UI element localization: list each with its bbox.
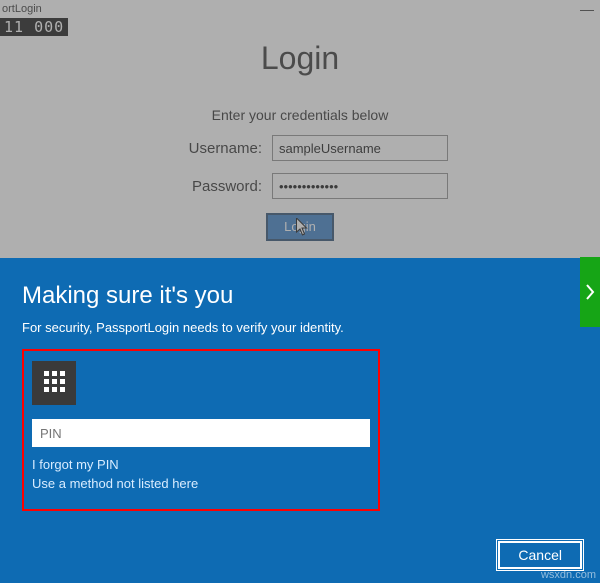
pin-section: I forgot my PIN Use a method not listed … — [22, 349, 380, 511]
login-button[interactable]: Login — [266, 213, 334, 241]
password-label: Password: — [152, 178, 262, 195]
pin-input[interactable] — [32, 419, 370, 447]
page-title: Login — [0, 40, 600, 77]
dialog-title: Making sure it's you — [22, 282, 578, 310]
status-badge: 11 000 — [0, 18, 68, 36]
window-title: ortLogin — [2, 3, 42, 15]
cancel-button[interactable]: Cancel — [498, 541, 582, 569]
login-button-label: Login — [284, 219, 316, 234]
keypad-icon — [32, 361, 76, 405]
login-window: ortLogin — 11 000 Login Enter your crede… — [0, 0, 600, 258]
credential-dialog: Making sure it's you For security, Passp… — [0, 258, 600, 583]
username-label: Username: — [152, 140, 262, 157]
watermark: wsxdn.com — [541, 569, 596, 581]
other-method-link[interactable]: Use a method not listed here — [32, 476, 370, 491]
username-input[interactable] — [272, 135, 448, 161]
window-titlebar: ortLogin — — [0, 0, 600, 18]
window-minimize[interactable]: — — [580, 1, 600, 17]
next-arrow-icon[interactable] — [580, 257, 600, 327]
forgot-pin-link[interactable]: I forgot my PIN — [32, 457, 370, 472]
dialog-description: For security, PassportLogin needs to ver… — [22, 320, 578, 335]
page-subtitle: Enter your credentials below — [0, 107, 600, 123]
password-input[interactable] — [272, 173, 448, 199]
